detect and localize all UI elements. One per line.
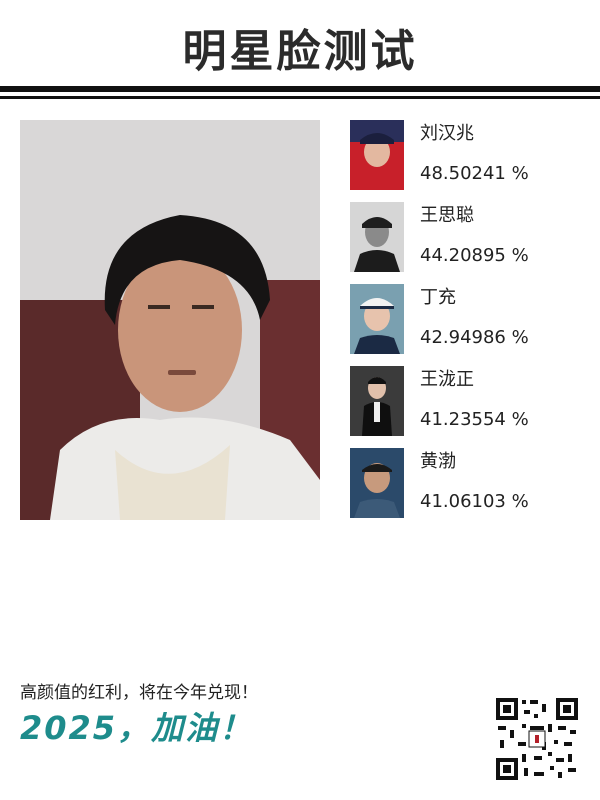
match-item[interactable]: 王泷正 41.23554 % [350, 366, 580, 448]
celebrity-name: 王思聪 [420, 205, 474, 226]
match-results-list: 刘汉兆 48.50241 % 王思聪 44.20895 % 丁充 42.9498… [350, 120, 580, 530]
cheer-text: 2025，加油！ [20, 709, 254, 747]
match-item[interactable]: 刘汉兆 48.50241 % [350, 120, 580, 202]
celebrity-name: 刘汉兆 [420, 123, 474, 144]
celebrity-thumbnail [350, 202, 404, 272]
slogan-text: 高颜值的红利，将在今年兑现！ [20, 683, 258, 703]
similarity-score: 41.23554 % [420, 409, 529, 430]
celebrity-name: 黄渤 [420, 451, 456, 472]
title-divider-thin [0, 96, 600, 99]
celebrity-thumbnail [350, 448, 404, 518]
celebrity-name: 王泷正 [420, 369, 474, 390]
match-item[interactable]: 王思聪 44.20895 % [350, 202, 580, 284]
celebrity-thumbnail [350, 120, 404, 190]
title-divider-thick [0, 86, 600, 92]
celebrity-thumbnail [350, 284, 404, 354]
uploaded-face-photo [20, 120, 320, 520]
match-item[interactable]: 丁充 42.94986 % [350, 284, 580, 366]
match-item[interactable]: 黄渤 41.06103 % [350, 448, 580, 530]
star-face-test-page: 明星脸测试 刘汉兆 48.50241 % 王思聪 44.20895 % 丁充 4… [0, 0, 600, 800]
qr-code-icon[interactable] [494, 696, 580, 782]
similarity-score: 42.94986 % [420, 327, 529, 348]
similarity-score: 41.06103 % [420, 491, 529, 512]
similarity-score: 44.20895 % [420, 245, 529, 266]
similarity-score: 48.50241 % [420, 163, 529, 184]
page-title: 明星脸测试 [182, 26, 418, 77]
celebrity-thumbnail [350, 366, 404, 436]
celebrity-name: 丁充 [420, 287, 456, 308]
